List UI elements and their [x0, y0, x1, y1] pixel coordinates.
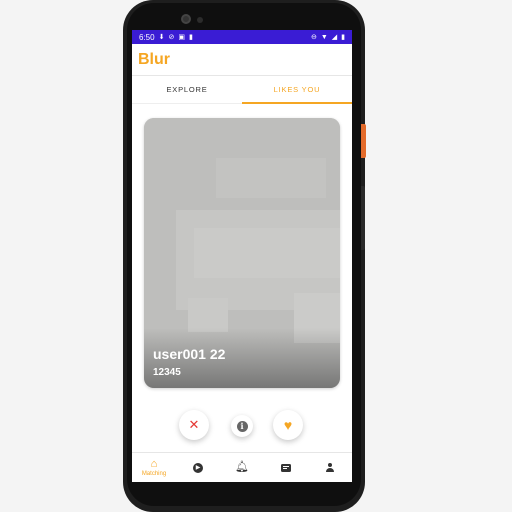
info-button[interactable]: i	[231, 415, 253, 437]
status-bar: 6:50 ⬇ ⊘ ▣ ▮ ⊖ ▼ ◢ ▮	[132, 30, 352, 44]
tab-explore-label: EXPLORE	[166, 85, 208, 94]
action-row: ✕ i ♥	[132, 408, 352, 444]
app-screen: 6:50 ⬇ ⊘ ▣ ▮ ⊖ ▼ ◢ ▮ Blur EXPLORE LIKES …	[132, 30, 352, 482]
like-button[interactable]: ♥	[273, 410, 303, 440]
power-button	[361, 124, 366, 158]
card-subtitle: 12345	[153, 367, 181, 378]
do-not-disturb-icon: ⊘	[168, 33, 175, 41]
profile-card[interactable]: user001 22 12345	[144, 118, 340, 388]
home-icon: ⌂	[150, 457, 158, 470]
phone-chin	[132, 482, 352, 492]
dislike-button[interactable]: ✕	[179, 410, 209, 440]
battery-icon: ▮	[341, 33, 345, 41]
volume-button	[361, 186, 365, 250]
card-name: user001 22	[153, 346, 226, 362]
sim-icon: ▣	[178, 33, 185, 41]
app-bar: Blur	[132, 44, 352, 76]
tab-bar: EXPLORE LIKES YOU	[132, 76, 352, 104]
bell-icon: 🔔︎	[235, 461, 249, 473]
close-icon: ✕	[188, 417, 200, 432]
play-circle-icon: ▶	[193, 462, 203, 473]
nav-play[interactable]: ▶	[176, 453, 220, 482]
tab-explore[interactable]: EXPLORE	[132, 76, 242, 103]
nav-matching[interactable]: ⌂ Matching	[132, 453, 176, 482]
sensor	[197, 17, 203, 23]
app-title: Blur	[138, 50, 170, 68]
wifi-icon: ▼	[320, 33, 328, 41]
tab-likes-you-label: LIKES YOU	[273, 85, 321, 94]
info-icon: i	[236, 420, 248, 432]
tab-likes-you[interactable]: LIKES YOU	[242, 76, 352, 104]
chat-icon	[281, 463, 291, 472]
heart-icon: ♥	[283, 417, 293, 433]
person-icon	[325, 462, 335, 473]
nav-notifications[interactable]: 🔔︎	[220, 453, 264, 482]
sd-card-icon: ▮	[188, 33, 193, 41]
status-time: 6:50	[139, 32, 155, 42]
signal-icon: ◢	[331, 33, 338, 41]
dnd-circle-icon: ⊖	[310, 33, 317, 41]
nav-matching-label: Matching	[141, 470, 167, 477]
nav-messages[interactable]	[264, 453, 308, 482]
download-icon: ⬇	[158, 33, 165, 41]
nav-profile[interactable]	[308, 453, 352, 482]
bottom-navigation: ⌂ Matching ▶ 🔔︎	[132, 452, 352, 482]
front-camera	[181, 14, 191, 24]
